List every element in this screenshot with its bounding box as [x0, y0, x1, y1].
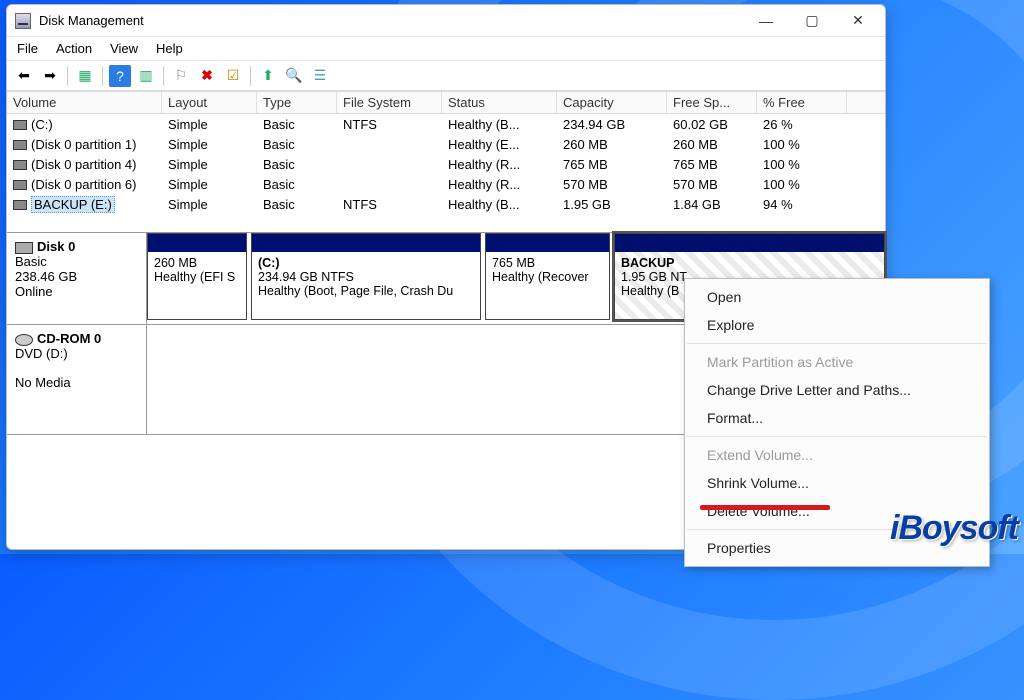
minimize-button[interactable]: —	[743, 6, 789, 36]
cell-layout: Simple	[162, 114, 257, 135]
menu-file[interactable]: File	[17, 41, 38, 56]
column-volume[interactable]: Volume	[7, 92, 162, 113]
partition-line2: Healthy (Recover	[492, 270, 603, 284]
menu-shrink-volume[interactable]: Shrink Volume...	[685, 469, 989, 497]
delete-icon[interactable]: ✖	[196, 65, 218, 87]
menu-change-drive-letter[interactable]: Change Drive Letter and Paths...	[685, 376, 989, 404]
partition-stripe	[148, 234, 246, 252]
refresh-icon[interactable]: ⚐	[170, 65, 192, 87]
column-status[interactable]: Status	[442, 92, 557, 113]
disk-icon	[15, 242, 33, 254]
cell-type: Basic	[257, 114, 337, 135]
toolbar-separator	[67, 66, 68, 86]
column-freespace[interactable]: Free Sp...	[667, 92, 757, 113]
menu-view[interactable]: View	[110, 41, 138, 56]
table-row[interactable]: (C:) Simple Basic NTFS Healthy (B... 234…	[7, 114, 885, 134]
drive-icon	[13, 120, 27, 130]
table-row[interactable]: (Disk 0 partition 6) Simple Basic Health…	[7, 174, 885, 194]
close-button[interactable]: ✕	[835, 6, 881, 36]
partition-title: (C:)	[258, 256, 474, 270]
table-row[interactable]: (Disk 0 partition 4) Simple Basic Health…	[7, 154, 885, 174]
cdrom-icon	[15, 334, 33, 346]
check-icon[interactable]: ☑	[222, 65, 244, 87]
disk-label[interactable]: CD-ROM 0 DVD (D:) No Media	[7, 325, 147, 434]
maximize-button[interactable]: ▢	[789, 6, 835, 36]
volume-name: (Disk 0 partition 1)	[31, 137, 136, 152]
search-icon[interactable]: 🔍	[283, 65, 305, 87]
disk-type: DVD (D:)	[15, 346, 138, 361]
app-icon	[15, 13, 31, 29]
back-button[interactable]: ⬅	[13, 65, 35, 87]
partition-line2: Healthy (Boot, Page File, Crash Du	[258, 284, 474, 298]
watermark: iBoysoft	[890, 509, 1018, 548]
toolbar: ⬅ ➡ ▦ ? ▥ ⚐ ✖ ☑ ⬆ 🔍 ☰	[7, 61, 885, 91]
volume-name: (C:)	[31, 117, 53, 132]
volume-table-body: (C:) Simple Basic NTFS Healthy (B... 234…	[7, 114, 885, 214]
column-pctfree[interactable]: % Free	[757, 92, 847, 113]
cell-fs: NTFS	[337, 114, 442, 135]
menu-help[interactable]: Help	[156, 41, 183, 56]
cell-pct: 26 %	[757, 114, 847, 135]
window-title: Disk Management	[39, 13, 743, 28]
menu-format[interactable]: Format...	[685, 404, 989, 432]
drive-icon	[13, 180, 27, 190]
menu-explore[interactable]: Explore	[685, 311, 989, 339]
volume-name: (Disk 0 partition 6)	[31, 177, 136, 192]
menu-extend-volume: Extend Volume...	[685, 441, 989, 469]
table-row[interactable]: BACKUP (E:) Simple Basic NTFS Healthy (B…	[7, 194, 885, 214]
volume-name: BACKUP (E:)	[31, 196, 115, 213]
partition-stripe	[252, 234, 480, 252]
menu-open[interactable]: Open	[685, 283, 989, 311]
settings-icon[interactable]: ▥	[135, 65, 157, 87]
annotation-underline	[700, 505, 830, 510]
menu-mark-active: Mark Partition as Active	[685, 348, 989, 376]
partition[interactable]: 765 MB Healthy (Recover	[485, 233, 610, 320]
menu-separator	[687, 343, 987, 344]
volume-table-header: Volume Layout Type File System Status Ca…	[7, 91, 885, 114]
menu-action[interactable]: Action	[56, 41, 92, 56]
show-hide-tree-button[interactable]: ▦	[74, 65, 96, 87]
forward-button[interactable]: ➡	[39, 65, 61, 87]
disk-name: Disk 0	[37, 239, 75, 254]
cell-free: 60.02 GB	[667, 114, 757, 135]
up-icon[interactable]: ⬆	[257, 65, 279, 87]
disk-size: 238.46 GB	[15, 269, 138, 284]
toolbar-separator	[163, 66, 164, 86]
titlebar: Disk Management — ▢ ✕	[7, 5, 885, 37]
drive-icon	[13, 140, 27, 150]
column-type[interactable]: Type	[257, 92, 337, 113]
disk-name: CD-ROM 0	[37, 331, 101, 346]
cell-capacity: 234.94 GB	[557, 114, 667, 135]
toolbar-separator	[102, 66, 103, 86]
volume-name: (Disk 0 partition 4)	[31, 157, 136, 172]
partition-line2: Healthy (EFI S	[154, 270, 240, 284]
partition-stripe	[615, 234, 884, 252]
table-row[interactable]: (Disk 0 partition 1) Simple Basic Health…	[7, 134, 885, 154]
disk-state: Online	[15, 284, 138, 299]
partition[interactable]: (C:) 234.94 GB NTFS Healthy (Boot, Page …	[251, 233, 481, 320]
partition-line1: 234.94 GB NTFS	[258, 270, 474, 284]
partition-line1: 260 MB	[154, 256, 240, 270]
disk-state: No Media	[15, 375, 138, 390]
list-icon[interactable]: ☰	[309, 65, 331, 87]
menu-separator	[687, 436, 987, 437]
partition-line1: 765 MB	[492, 256, 603, 270]
partition-stripe	[486, 234, 609, 252]
column-layout[interactable]: Layout	[162, 92, 257, 113]
partition-title: BACKUP	[621, 256, 878, 270]
disk-label[interactable]: Disk 0 Basic 238.46 GB Online	[7, 233, 147, 324]
column-capacity[interactable]: Capacity	[557, 92, 667, 113]
drive-icon	[13, 200, 27, 210]
drive-icon	[13, 160, 27, 170]
menubar: File Action View Help	[7, 37, 885, 61]
cell-status: Healthy (B...	[442, 114, 557, 135]
partition[interactable]: 260 MB Healthy (EFI S	[147, 233, 247, 320]
disk-type: Basic	[15, 254, 138, 269]
help-icon[interactable]: ?	[109, 65, 131, 87]
toolbar-separator	[250, 66, 251, 86]
column-filesystem[interactable]: File System	[337, 92, 442, 113]
